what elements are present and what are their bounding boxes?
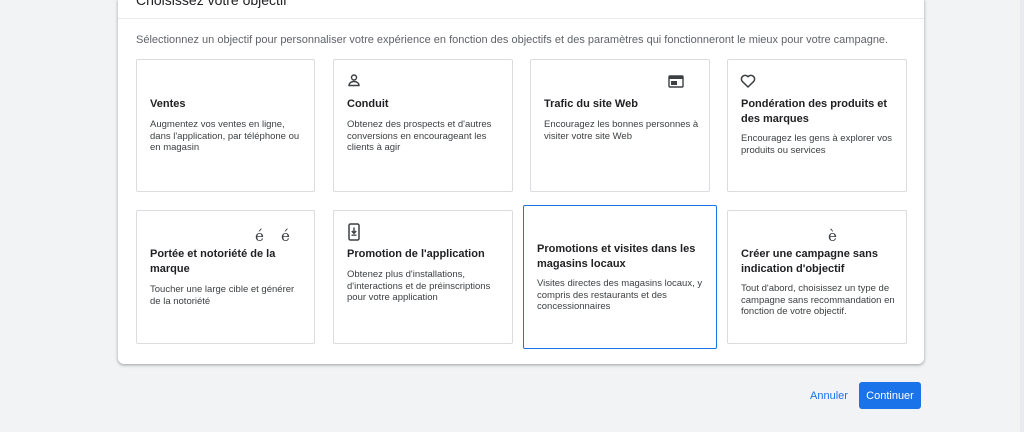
panel-title: Choisissez votre objectif: [136, 0, 287, 8]
goal-description: Encouragez les bonnes personnes à visite…: [544, 119, 699, 142]
goal-title: Pondération des produits et des marques: [741, 98, 888, 125]
goal-panel: Choisissez votre objectif Sélectionnez u…: [118, 0, 924, 364]
divider: [118, 18, 924, 19]
goal-card-brand-awareness[interactable]: é é Portée et notoriété de la marque Tou…: [136, 210, 315, 344]
goal-title: Portée et notoriété de la marque: [150, 248, 276, 275]
glyph-icon: é: [255, 227, 264, 245]
continue-button[interactable]: Continuer: [859, 382, 921, 409]
web-browser-icon: [667, 72, 685, 90]
goal-card-no-goal[interactable]: è Créer une campagne sans indication d'o…: [727, 210, 907, 344]
goal-description: Toucher une large cible et générer de la…: [150, 284, 295, 307]
goal-title: Ventes: [150, 98, 186, 110]
heart-icon: [739, 72, 757, 90]
glyph-icon: è: [828, 227, 837, 245]
goal-card-website-traffic[interactable]: Trafic du site Web Encouragez les bonnes…: [530, 59, 710, 192]
goal-title: Trafic du site Web: [544, 98, 638, 110]
goal-description: Obtenez des prospects et d'autres conver…: [347, 119, 492, 153]
cancel-button[interactable]: Annuler: [804, 383, 854, 409]
panel-subtitle: Sélectionnez un objectif pour personnali…: [136, 34, 889, 46]
goal-card-product-brand[interactable]: Pondération des produits et des marques …: [727, 59, 907, 192]
goal-description: Encouragez les gens à explorer vos produ…: [741, 133, 893, 156]
goal-title: Créer une campagne sans indication d'obj…: [741, 248, 878, 275]
goal-title: Promotion de l'application: [347, 248, 485, 260]
goal-card-leads[interactable]: Conduit Obtenez des prospects et d'autre…: [333, 59, 513, 192]
person-icon: [345, 71, 363, 89]
phone-download-icon: [345, 223, 363, 241]
glyph-icon: é: [281, 227, 290, 245]
goal-card-sales[interactable]: Ventes Augmentez vos ventes en ligne, da…: [136, 59, 315, 192]
goal-card-local-store-visits[interactable]: Promotions et visites dans les magasins …: [523, 205, 717, 349]
goal-card-app-promotion[interactable]: Promotion de l'application Obtenez plus …: [333, 210, 513, 344]
goal-description: Visites directes des magasins locaux, y …: [537, 278, 703, 312]
goal-description: Obtenez plus d'installations, d'interact…: [347, 269, 491, 303]
goal-description: Tout d'abord, choisissez un type de camp…: [741, 283, 895, 317]
goal-title: Promotions et visites dans les magasins …: [537, 243, 696, 270]
goal-description: Augmentez vos ventes en ligne, dans l'ap…: [150, 119, 300, 153]
scrollbar[interactable]: [1020, 0, 1024, 432]
goal-title: Conduit: [347, 98, 389, 110]
